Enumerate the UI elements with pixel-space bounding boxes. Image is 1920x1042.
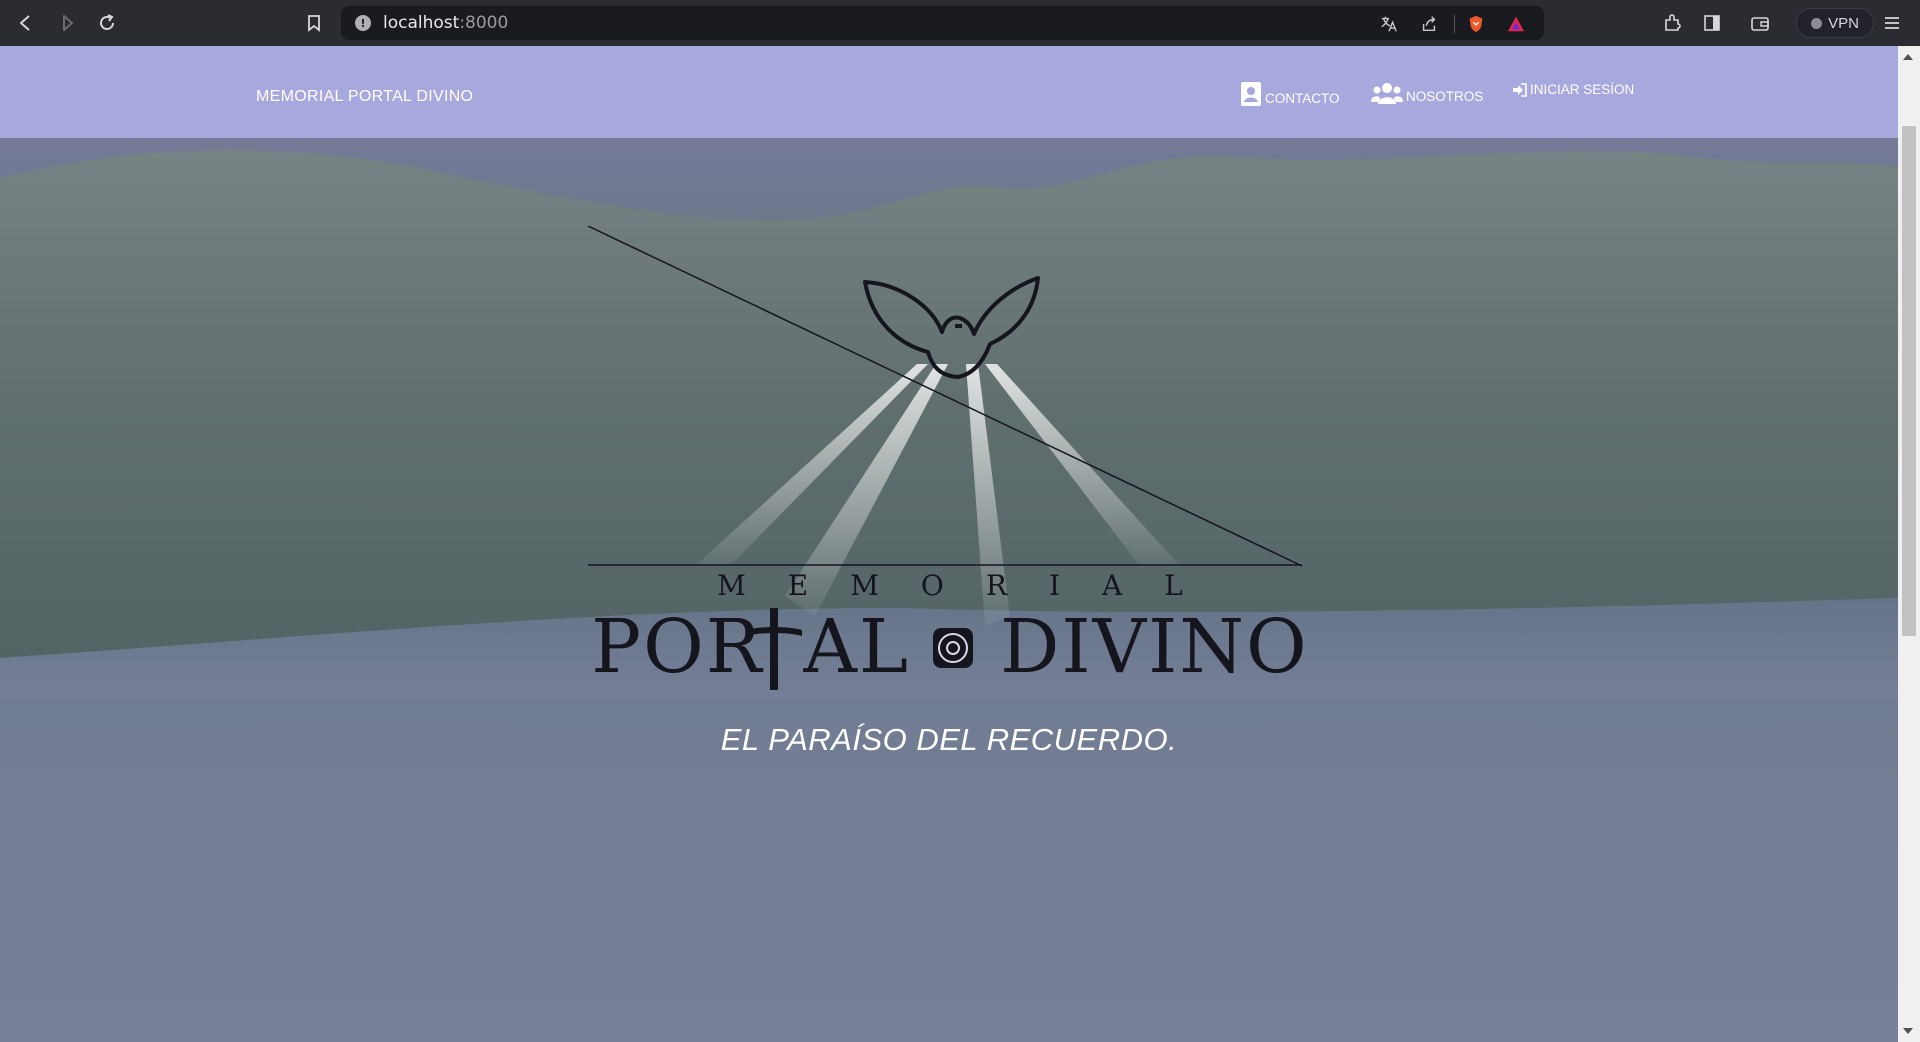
logo-rule: [587, 226, 1303, 567]
vpn-button[interactable]: VPN: [1796, 8, 1874, 38]
vpn-label: VPN: [1828, 14, 1859, 32]
extensions-icon[interactable]: [1660, 11, 1684, 35]
scroll-down-icon[interactable]: [1903, 1028, 1913, 1034]
memorial-logo: MEMORIAL POR AL DIVINO: [580, 226, 1320, 696]
brand-link[interactable]: MEMORIAL PORTAL DIVINO: [256, 88, 473, 106]
translate-icon[interactable]: [1379, 14, 1399, 34]
menu-icon[interactable]: [1880, 11, 1904, 35]
nav-about-label: NOSOTROS: [1406, 89, 1484, 104]
share-icon[interactable]: [1419, 14, 1439, 34]
forward-icon[interactable]: [55, 11, 79, 35]
url-port: :8000: [459, 13, 509, 33]
brave-rewards-icon[interactable]: [1506, 14, 1526, 34]
nav-about-link[interactable]: NOSOTROS: [1371, 82, 1483, 104]
back-icon[interactable]: [14, 11, 38, 35]
site-info-icon[interactable]: !: [355, 15, 371, 31]
vpn-status-icon: [1811, 17, 1823, 29]
address-bar[interactable]: ! localhost:8000: [341, 6, 1544, 40]
sign-in-icon: [1513, 83, 1527, 97]
scrollbar-thumb[interactable]: [1902, 126, 1916, 636]
nav-login-label: INICIAR SESÍON: [1530, 82, 1635, 97]
scroll-up-icon[interactable]: [1903, 54, 1913, 60]
logo-word-mid: AL: [803, 604, 911, 690]
site-navbar: MEMORIAL PORTAL DIVINO CONTACTO NOSOTROS: [0, 46, 1898, 138]
address-separator: [1454, 15, 1455, 33]
users-icon: [1371, 83, 1403, 104]
page-scrollbar[interactable]: [1898, 46, 1920, 1042]
url-text[interactable]: localhost:8000: [383, 13, 508, 33]
brave-shields-icon[interactable]: [1466, 14, 1486, 34]
nav-contact-label: CONTACTO: [1265, 91, 1340, 106]
reload-icon[interactable]: [95, 11, 119, 35]
logo-word-left: POR: [591, 604, 764, 690]
logo-main-word: POR AL DIVINO: [580, 604, 1320, 690]
bookmark-icon[interactable]: [302, 11, 326, 35]
logo-word-right: DIVINO: [1000, 604, 1309, 690]
logo-top-word: MEMORIAL: [717, 569, 1225, 602]
hero-tagline: EL PARAÍSO DEL RECUERDO.: [720, 722, 1178, 757]
wallet-icon[interactable]: [1748, 11, 1772, 35]
nav-contact-link[interactable]: CONTACTO: [1240, 82, 1340, 106]
browser-toolbar: ! localhost:8000 VPN: [0, 0, 1920, 46]
url-host: localhost: [383, 13, 460, 33]
dove-icon: [863, 276, 1040, 379]
nav-login-link[interactable]: INICIAR SESÍON: [1513, 82, 1634, 97]
contact-card-icon: [1241, 82, 1261, 106]
sidebar-icon[interactable]: [1700, 11, 1724, 35]
page-viewport: MEMORIAL PORTAL DIVINO CONTACTO NOSOTROS: [0, 46, 1898, 1042]
light-ray: [985, 364, 1180, 566]
